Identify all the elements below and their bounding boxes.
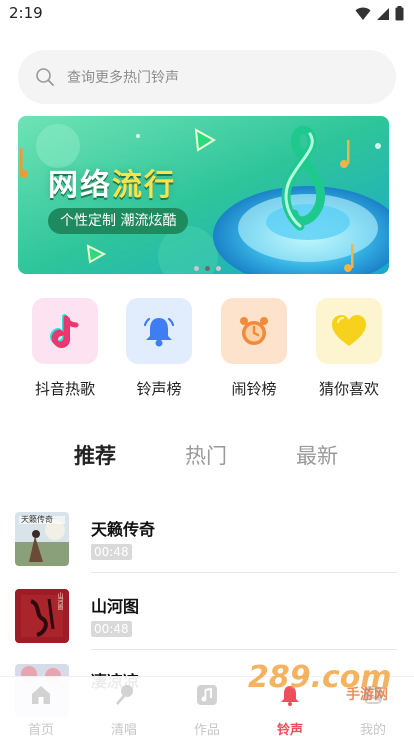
heart-icon xyxy=(316,298,382,364)
search-icon xyxy=(36,68,54,86)
divider xyxy=(91,649,397,650)
search-placeholder: 查询更多热门铃声 xyxy=(67,70,179,86)
status-bar: 2:19 xyxy=(0,0,414,30)
home-icon xyxy=(32,686,50,704)
song-title: 天籁传奇 xyxy=(91,520,156,539)
banner-title-part1: 网络 xyxy=(48,168,112,203)
song-title: 山河图 xyxy=(91,597,140,616)
nav-mine[interactable]: 我的 xyxy=(343,683,403,736)
nav-label: 铃声 xyxy=(276,723,303,736)
song-item[interactable]: 山河图 山河图 00:48 xyxy=(15,589,397,655)
tab-hot[interactable]: 热门 xyxy=(185,440,227,470)
song-duration: 00:48 xyxy=(91,544,132,560)
quick-link-douyin-hot[interactable]: 抖音热歌 xyxy=(20,298,110,399)
wifi-icon xyxy=(355,7,371,20)
nav-label: 我的 xyxy=(359,723,386,736)
banner-subtitle: 个性定制 潮流炫酷 xyxy=(48,208,189,234)
tab-newest[interactable]: 最新 xyxy=(296,440,338,470)
search-input[interactable]: 查询更多热门铃声 xyxy=(18,50,396,104)
content-tabs: 推荐 热门 最新 xyxy=(0,440,414,480)
banner-dot[interactable] xyxy=(193,266,199,271)
song-cover: 山河图 xyxy=(15,589,69,643)
nav-works[interactable]: 作品 xyxy=(177,683,237,736)
banner-dot-active[interactable] xyxy=(204,266,210,271)
status-icons xyxy=(355,6,404,21)
nav-ringtones[interactable]: 铃声 xyxy=(260,683,320,736)
nav-label: 作品 xyxy=(193,723,220,736)
tiktok-note-icon xyxy=(32,298,98,364)
nav-label: 清唱 xyxy=(110,723,137,736)
battery-icon xyxy=(395,6,404,21)
divider xyxy=(91,572,397,573)
nav-acapella[interactable]: 清唱 xyxy=(94,683,154,736)
banner-pagination xyxy=(0,266,414,271)
quick-link-label: 铃声榜 xyxy=(136,380,182,398)
song-item[interactable]: 天籁传奇 天籁传奇 00:48 xyxy=(15,512,397,578)
quick-links: 抖音热歌 铃声榜 闹铃榜 猜你喜欢 xyxy=(0,298,414,408)
song-duration: 00:48 xyxy=(91,621,132,637)
promo-banner[interactable]: 网络流行 个性定制 潮流炫酷 xyxy=(18,116,389,274)
status-time: 2:19 xyxy=(9,4,43,22)
signal-icon xyxy=(377,7,389,20)
banner-title: 网络流行 xyxy=(48,160,176,204)
quick-link-label: 猜你喜欢 xyxy=(318,380,379,398)
song-cover-text: 山河图 xyxy=(56,592,63,610)
quick-link-label: 抖音热歌 xyxy=(34,380,95,398)
bottom-nav: 首页 清唱 作品 铃声 我的 xyxy=(0,676,414,736)
banner-title-part2: 流行 xyxy=(112,168,176,203)
bell-icon xyxy=(281,686,299,706)
quick-link-guess-you-like[interactable]: 猜你喜欢 xyxy=(304,298,394,399)
song-cover-text: 天籁传奇 xyxy=(21,515,53,524)
banner-dot[interactable] xyxy=(215,266,221,271)
music-note-icon xyxy=(197,685,217,705)
bell-icon xyxy=(126,298,192,364)
quick-link-ringtone-chart[interactable]: 铃声榜 xyxy=(114,298,204,399)
quick-link-label: 闹铃榜 xyxy=(231,380,277,398)
nav-home[interactable]: 首页 xyxy=(11,683,71,736)
song-cover: 天籁传奇 xyxy=(15,512,69,566)
quick-link-alarm-chart[interactable]: 闹铃榜 xyxy=(209,298,299,399)
alarm-clock-icon xyxy=(221,298,287,364)
tab-recommended[interactable]: 推荐 xyxy=(74,440,116,470)
nav-label: 首页 xyxy=(27,723,54,736)
user-icon xyxy=(364,686,382,704)
microphone-icon xyxy=(116,685,133,705)
